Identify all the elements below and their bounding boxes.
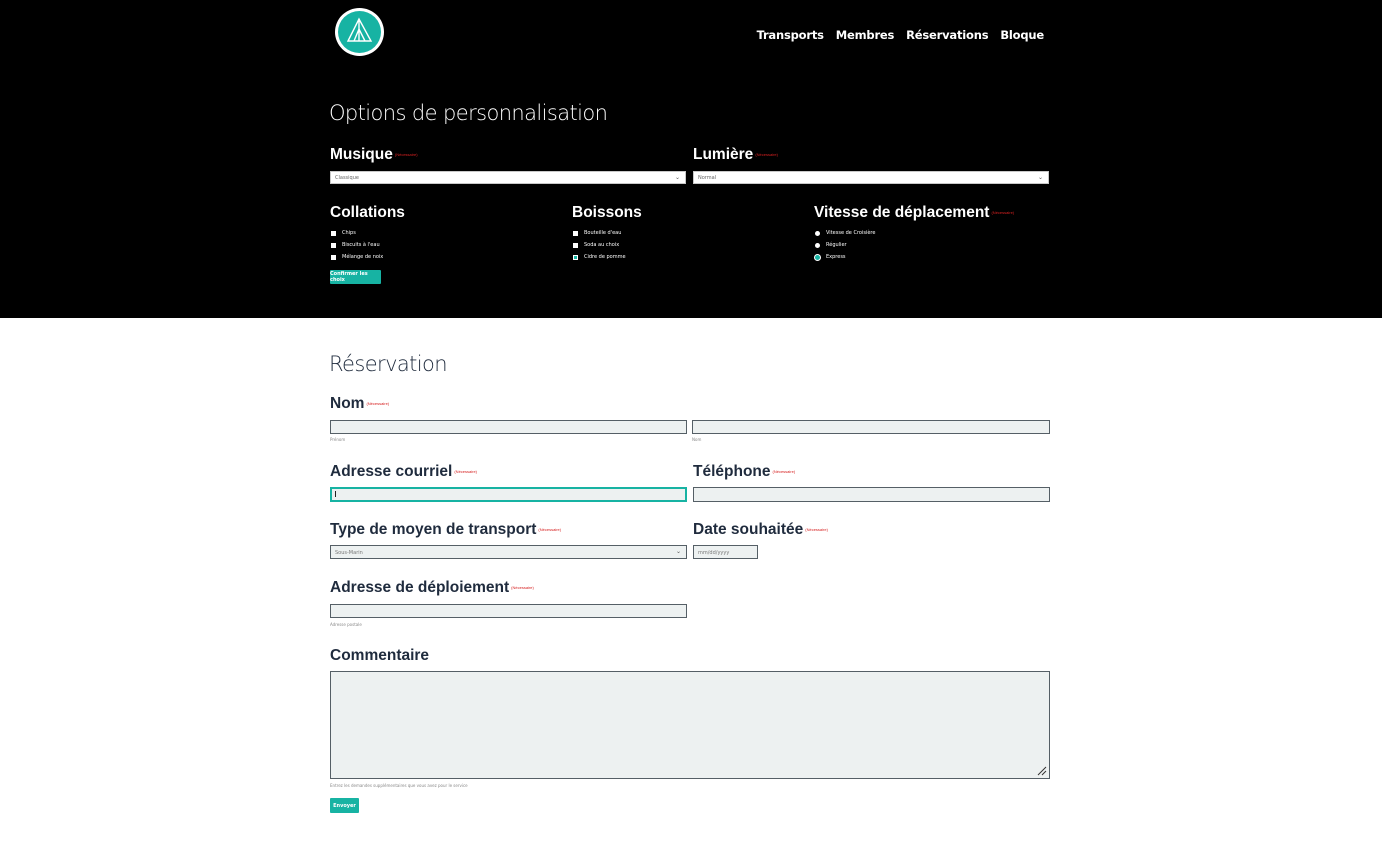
nom-label: Nom (Nécessaire) <box>330 395 390 412</box>
last-name-input[interactable] <box>692 420 1050 434</box>
transport-label: Type de moyen de transport (Nécessaire) <box>330 521 562 538</box>
checkbox[interactable] <box>331 242 336 248</box>
chevron-down-icon: ⌄ <box>674 174 680 181</box>
reservation-title: Réservation <box>329 352 448 376</box>
telephone-input[interactable] <box>693 487 1050 502</box>
lumiere-value: Normal <box>698 175 717 181</box>
lumiere-label: Lumière (Nécessaire) <box>693 146 778 163</box>
options-title: Options de personnalisation <box>329 101 608 125</box>
vitesse-option[interactable]: Régulier <box>815 242 847 248</box>
nav-transports[interactable]: Transports <box>757 28 824 42</box>
required-marker: (Nécessaire) <box>772 469 796 475</box>
required-marker: (Nécessaire) <box>454 469 478 475</box>
customization-section: Transports Membres Réservations Bloque O… <box>0 0 1382 318</box>
address-hint: Adresse postale <box>330 622 362 627</box>
musique-label: Musique (Nécessaire) <box>330 146 418 163</box>
checkbox[interactable] <box>573 242 578 248</box>
required-marker: (Nécessaire) <box>366 401 390 407</box>
comment-hint: Entrez les demandes supplémentaires que … <box>330 783 468 788</box>
vitesse-label: Vitesse de déplacement (Nécessaire) <box>814 204 1015 221</box>
required-marker: (Nécessaire) <box>991 210 1015 216</box>
chevron-down-icon: ⌄ <box>1037 174 1043 181</box>
boisson-option[interactable]: Bouteille d'eau <box>573 230 621 236</box>
collation-option[interactable]: Chips <box>331 230 356 236</box>
required-marker: (Nécessaire) <box>511 585 534 591</box>
collations-label: Collations <box>330 204 405 221</box>
nav-reservations[interactable]: Réservations <box>906 28 988 42</box>
required-marker: (Nécessaire) <box>538 527 562 533</box>
radio[interactable] <box>815 242 820 248</box>
required-marker: (Nécessaire) <box>755 152 778 158</box>
required-marker: (Nécessaire) <box>805 527 828 533</box>
confirm-choices-button[interactable]: Confirmer les choix <box>330 270 381 284</box>
boisson-option[interactable]: Cidre de pomme <box>573 254 626 260</box>
musique-value: Classique <box>335 175 359 181</box>
logo-icon <box>338 11 381 53</box>
first-name-input[interactable] <box>330 420 687 434</box>
boissons-label: Boissons <box>572 204 642 221</box>
email-input[interactable] <box>330 487 687 502</box>
main-nav: Transports Membres Réservations Bloque <box>757 28 1045 42</box>
lumiere-select[interactable]: Normal ⌄ <box>693 171 1049 184</box>
checkbox[interactable] <box>331 254 336 260</box>
resize-grip-icon[interactable] <box>1037 766 1047 776</box>
vitesse-option[interactable]: Express <box>815 254 846 260</box>
transport-value: Sous-Marin <box>335 550 363 556</box>
checkbox[interactable] <box>573 230 578 236</box>
first-name-hint: Prénom <box>330 437 346 442</box>
musique-select[interactable]: Classique ⌄ <box>330 171 686 184</box>
logo[interactable] <box>335 8 384 56</box>
comment-textarea[interactable] <box>330 671 1050 779</box>
commentaire-label: Commentaire <box>330 647 430 664</box>
nav-membres[interactable]: Membres <box>836 28 895 42</box>
date-input[interactable]: mm/dd/yyyy <box>693 545 758 559</box>
text-caret <box>335 491 336 497</box>
reservation-section: Réservation Nom (Nécessaire) Prénom Nom A… <box>0 318 1382 846</box>
collation-option[interactable]: Mélange de noix <box>331 254 383 260</box>
email-label: Adresse courriel (Nécessaire) <box>330 463 478 480</box>
adresse-label: Adresse de déploiement (Nécessaire) <box>330 579 534 596</box>
telephone-label: Téléphone (Nécessaire) <box>693 463 796 480</box>
submit-button[interactable]: Envoyer <box>330 798 359 813</box>
transport-select[interactable]: Sous-Marin ⌄ <box>330 545 687 559</box>
radio[interactable] <box>815 230 820 236</box>
radio-selected[interactable] <box>815 254 820 260</box>
vitesse-option[interactable]: Vitesse de Croisière <box>815 230 875 236</box>
boisson-option[interactable]: Soda au choix <box>573 242 619 248</box>
required-marker: (Nécessaire) <box>394 152 418 158</box>
date-label: Date souhaitée (Nécessaire) <box>693 521 828 538</box>
address-input[interactable] <box>330 604 687 618</box>
checkbox-checked[interactable] <box>573 254 578 260</box>
checkbox[interactable] <box>331 230 336 236</box>
collation-option[interactable]: Biscuits à l'eau <box>331 242 380 248</box>
last-name-hint: Nom <box>692 437 702 442</box>
nav-bloque[interactable]: Bloque <box>1000 28 1044 42</box>
chevron-down-icon: ⌄ <box>675 548 681 555</box>
